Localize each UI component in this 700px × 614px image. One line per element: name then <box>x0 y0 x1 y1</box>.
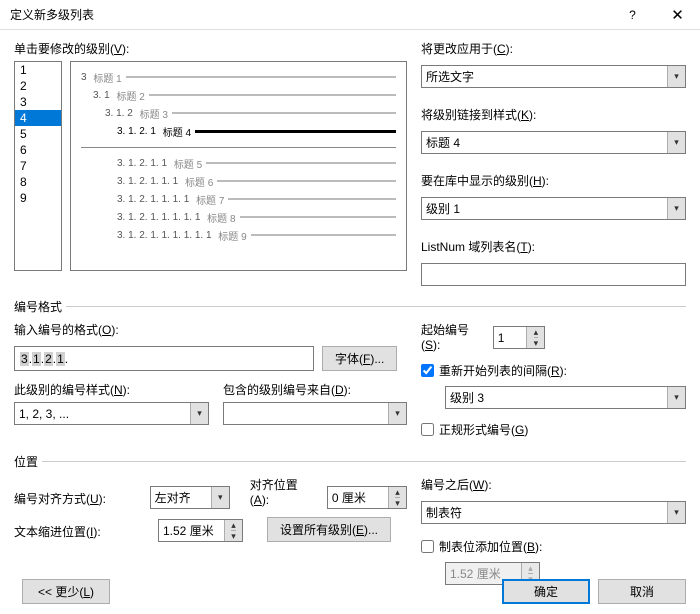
listnum-label: ListNum 域列表名(T): <box>421 238 686 255</box>
less-button[interactable]: << 更少(L) <box>22 579 110 604</box>
number-format-input[interactable]: 3.1.2.1. <box>14 346 314 371</box>
chevron-down-icon: ▾ <box>388 403 406 424</box>
level-list[interactable]: 123456789 <box>14 61 62 271</box>
chevron-down-icon: ▾ <box>667 198 685 219</box>
position-legend: 位置 <box>14 453 42 470</box>
cancel-button[interactable]: 取消 <box>598 579 686 604</box>
level-item-2[interactable]: 2 <box>15 78 61 94</box>
preview-row: 3. 1. 2. 1. 1. 1. 1. 1. 1 标题 9 <box>81 226 396 244</box>
follow-dropdown[interactable]: 制表符 ▾ <box>421 501 686 524</box>
indent-label: 文本缩进位置(I): <box>14 523 144 540</box>
legal-format-label: 正规形式编号(G) <box>439 421 528 438</box>
spinner-buttons[interactable]: ▴▾ <box>224 520 242 541</box>
follow-label: 编号之后(W): <box>421 476 686 493</box>
include-from-label: 包含的级别编号来自(D): <box>223 381 407 398</box>
chevron-down-icon: ▾ <box>667 502 685 523</box>
preview-row: 3. 1. 2. 1. 1. 1. 1. 1 标题 8 <box>81 208 396 226</box>
link-style-label: 将级别链接到样式(K): <box>421 106 686 123</box>
alignpos-label: 对齐位置(A): <box>250 476 313 507</box>
level-item-4[interactable]: 4 <box>15 110 61 126</box>
level-item-9[interactable]: 9 <box>15 190 61 206</box>
level-list-label: 单击要修改的级别(V): <box>14 40 407 57</box>
ok-button[interactable]: 确定 <box>502 579 590 604</box>
restart-checkbox[interactable] <box>421 364 434 377</box>
legal-format-checkbox[interactable] <box>421 423 434 436</box>
include-from-dropdown[interactable]: ▾ <box>223 402 407 425</box>
preview-pane: 3 标题 13. 1 标题 23. 1. 2 标题 33. 1. 2. 1 标题… <box>70 61 407 271</box>
listnum-input[interactable] <box>421 263 686 286</box>
close-button[interactable]: ✕ <box>655 0 700 30</box>
chevron-down-icon: ▾ <box>667 132 685 153</box>
indent-spinner[interactable]: 1.52 厘米 ▴▾ <box>158 519 243 542</box>
preview-row: 3. 1. 2. 1. 1 标题 5 <box>81 154 396 172</box>
number-style-dropdown[interactable]: 1, 2, 3, ... ▾ <box>14 402 209 425</box>
tabstop-label: 制表位添加位置(B): <box>439 538 542 555</box>
preview-row: 3. 1. 2. 1. 1. 1. 1 标题 7 <box>81 190 396 208</box>
level-item-1[interactable]: 1 <box>15 62 61 78</box>
align-label: 编号对齐方式(U): <box>14 490 136 507</box>
start-number-spinner[interactable]: 1 ▴▾ <box>493 326 546 349</box>
start-number-label: 起始编号(S): <box>421 321 485 352</box>
preview-row: 3. 1. 2. 1 标题 4 <box>81 122 396 140</box>
restart-label: 重新开始列表的间隔(R): <box>439 362 567 379</box>
alignpos-spinner[interactable]: 0 厘米 ▴▾ <box>327 486 407 509</box>
level-item-7[interactable]: 7 <box>15 158 61 174</box>
level-item-8[interactable]: 8 <box>15 174 61 190</box>
set-all-levels-button[interactable]: 设置所有级别(E)... <box>267 517 391 542</box>
chevron-down-icon: ▾ <box>190 403 208 424</box>
show-in-lib-label: 要在库中显示的级别(H): <box>421 172 686 189</box>
preview-row: 3. 1 标题 2 <box>81 86 396 104</box>
apply-to-dropdown[interactable]: 所选文字 ▾ <box>421 65 686 88</box>
preview-row: 3 标题 1 <box>81 68 396 86</box>
dialog-title: 定义新多级列表 <box>10 6 610 23</box>
spinner-buttons[interactable]: ▴▾ <box>526 327 544 348</box>
link-style-dropdown[interactable]: 标题 4 ▾ <box>421 131 686 154</box>
restart-level-dropdown[interactable]: 级别 3 ▾ <box>445 386 686 409</box>
number-style-label: 此级别的编号样式(N): <box>14 381 209 398</box>
help-button[interactable]: ? <box>610 0 655 30</box>
numfmt-legend: 编号格式 <box>14 298 66 315</box>
level-item-3[interactable]: 3 <box>15 94 61 110</box>
chevron-down-icon: ▾ <box>667 66 685 87</box>
chevron-down-icon: ▾ <box>667 387 685 408</box>
show-in-lib-dropdown[interactable]: 级别 1 ▾ <box>421 197 686 220</box>
apply-to-label: 将更改应用于(C): <box>421 40 686 57</box>
enter-format-label: 输入编号的格式(O): <box>14 321 407 338</box>
spinner-buttons[interactable]: ▴▾ <box>388 487 406 508</box>
preview-row: 3. 1. 2. 1. 1. 1 标题 6 <box>81 172 396 190</box>
align-dropdown[interactable]: 左对齐 ▾ <box>150 486 230 509</box>
preview-row: 3. 1. 2 标题 3 <box>81 104 396 122</box>
chevron-down-icon: ▾ <box>211 487 229 508</box>
font-button[interactable]: 字体(F)... <box>322 346 397 371</box>
level-item-6[interactable]: 6 <box>15 142 61 158</box>
tabstop-checkbox[interactable] <box>421 540 434 553</box>
level-item-5[interactable]: 5 <box>15 126 61 142</box>
